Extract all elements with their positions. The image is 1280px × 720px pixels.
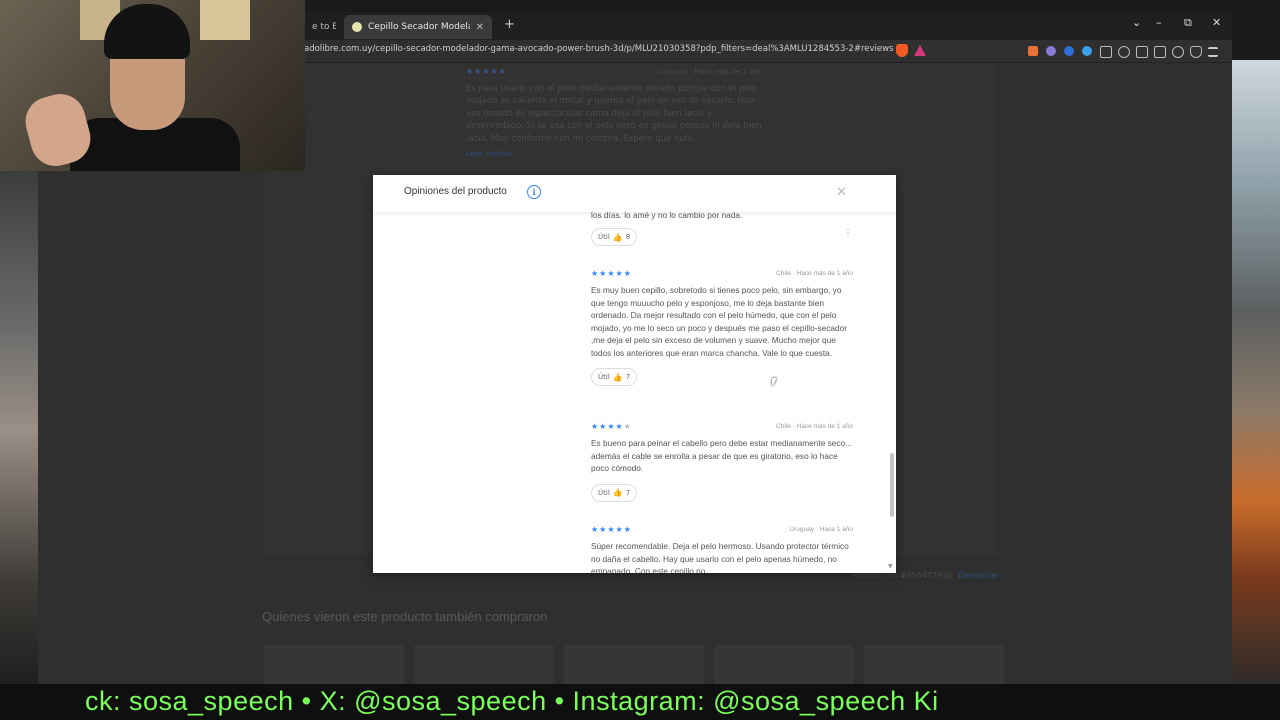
product-thumbnail[interactable] xyxy=(714,645,854,685)
extension-fox-icon[interactable] xyxy=(1028,46,1038,56)
tab-label: e to Be F xyxy=(312,22,336,32)
review-meta: Chile · Hace más de 1 año xyxy=(776,423,853,430)
new-tab-button[interactable]: + xyxy=(504,17,515,32)
thumbs-up-icon: 👍 xyxy=(612,372,623,382)
modal-title: Opiniones del producto xyxy=(404,186,507,197)
helpful-label: Útil xyxy=(598,373,610,381)
review-meta: Uruguay · Hace 1 año xyxy=(789,526,853,533)
tab-inactive[interactable]: e to Be F xyxy=(304,15,344,39)
close-icon[interactable]: ✕ xyxy=(836,185,847,200)
helpful-button[interactable]: Útil 👍 7 xyxy=(591,368,638,386)
modal-header: Opiniones del producto i ✕ xyxy=(373,175,896,212)
tab-active[interactable]: Cepillo Secador Modelador Ga.m ✕ xyxy=(344,15,492,39)
helpful-count: 7 xyxy=(625,373,631,381)
favicon-icon xyxy=(352,22,362,32)
product-thumbnail[interactable] xyxy=(264,645,404,685)
desktop-wallpaper-right xyxy=(1232,60,1280,690)
webcam-overlay xyxy=(0,0,305,171)
helpful-count: 8 xyxy=(625,233,631,241)
helpful-count: 7 xyxy=(625,488,631,497)
review-stars: ★★★★★ xyxy=(466,67,507,76)
mouse-cursor-icon xyxy=(772,378,777,387)
product-thumbnail[interactable] xyxy=(864,645,1004,685)
info-icon[interactable]: i xyxy=(527,185,541,199)
report-link[interactable]: Denunciar xyxy=(958,571,999,580)
read-more-link[interactable]: Leer menos xyxy=(466,149,513,158)
helpful-button[interactable]: Útil 👍 7 xyxy=(591,483,638,502)
brave-rewards-icon[interactable] xyxy=(914,45,926,56)
close-tab-icon[interactable]: ✕ xyxy=(476,22,484,33)
product-thumbnail[interactable] xyxy=(414,645,554,685)
review-item: ★★★★★ Chile · Hace más de 1 año Es muy b… xyxy=(591,269,853,386)
reviews-scroll-area[interactable]: los días. lo amé y no lo cambio por nada… xyxy=(373,212,896,573)
more-options-icon[interactable]: ⋮ xyxy=(843,229,853,239)
social-ticker: ck: sosa_speech • X: @sosa_speech • Inst… xyxy=(0,684,1280,720)
ticker-text: ck: sosa_speech • X: @sosa_speech • Inst… xyxy=(85,686,939,716)
reviews-modal: Opiniones del producto i ✕ los días. lo … xyxy=(373,175,896,573)
helpful-row: Útil 👍 8 xyxy=(591,224,853,246)
product-thumbnail[interactable] xyxy=(564,645,704,685)
extensions-puzzle-icon[interactable] xyxy=(1100,46,1112,58)
media-icon[interactable] xyxy=(1118,46,1130,58)
tab-label: Cepillo Secador Modelador Ga.m xyxy=(368,22,470,32)
review-item: ★★★★★ Uruguay · Hace 1 año Súper recomen… xyxy=(591,525,853,573)
helpful-label: Útil xyxy=(598,488,610,497)
wall-poster xyxy=(200,0,250,40)
leo-ai-icon[interactable] xyxy=(1172,46,1184,58)
review-text: Es para usarlo con el pelo medianamente … xyxy=(466,84,762,144)
review-text-partial: los días. lo amé y no lo cambio por nada… xyxy=(591,212,743,220)
thumbs-up-icon: 👍 xyxy=(612,232,623,242)
extension-cloud-icon[interactable] xyxy=(1046,46,1056,56)
sidebar-icon[interactable] xyxy=(1136,46,1148,58)
review-item: ★★★★★ Chile · Hace más de 1 año Es bueno… xyxy=(591,422,853,502)
desktop-wallpaper-left xyxy=(0,170,38,690)
extension-circle-icon[interactable] xyxy=(1064,46,1074,56)
menu-icon[interactable] xyxy=(1208,47,1218,57)
minimize-button[interactable]: – xyxy=(1156,16,1162,29)
also-bought-title: Quienes vieron este producto también com… xyxy=(262,609,548,624)
review-meta: Uruguay · Hace más de 1 año xyxy=(658,68,763,76)
url-text[interactable]: adolibre.com.uy/cepillo-secador-modelado… xyxy=(304,44,894,54)
review-text: Es bueno para peinar el cabello pero deb… xyxy=(591,438,853,473)
helpful-label: Útil xyxy=(598,233,610,241)
scrollbar-thumb[interactable] xyxy=(890,453,894,517)
tab-list-icon[interactable]: ⌄ xyxy=(1132,16,1141,29)
maximize-button[interactable]: ⧉ xyxy=(1184,16,1192,30)
review-text: Súper recomendable. Deja el pelo hermoso… xyxy=(591,541,849,573)
extension-translate-icon[interactable] xyxy=(1082,46,1092,56)
close-window-button[interactable]: ✕ xyxy=(1212,16,1221,29)
review-meta: Chile · Hace más de 1 año xyxy=(776,270,853,277)
helpful-button[interactable]: Útil 👍 8 xyxy=(591,228,638,246)
brave-shield-icon[interactable] xyxy=(896,44,908,57)
wallet-icon[interactable] xyxy=(1154,46,1166,58)
review-text: Es muy buen cepillo, sobretodo si tienes… xyxy=(591,285,847,358)
scroll-down-arrow-icon[interactable]: ▼ xyxy=(888,563,893,570)
thumbs-up-icon: 👍 xyxy=(612,488,623,497)
vpn-shield-icon[interactable] xyxy=(1190,46,1202,58)
